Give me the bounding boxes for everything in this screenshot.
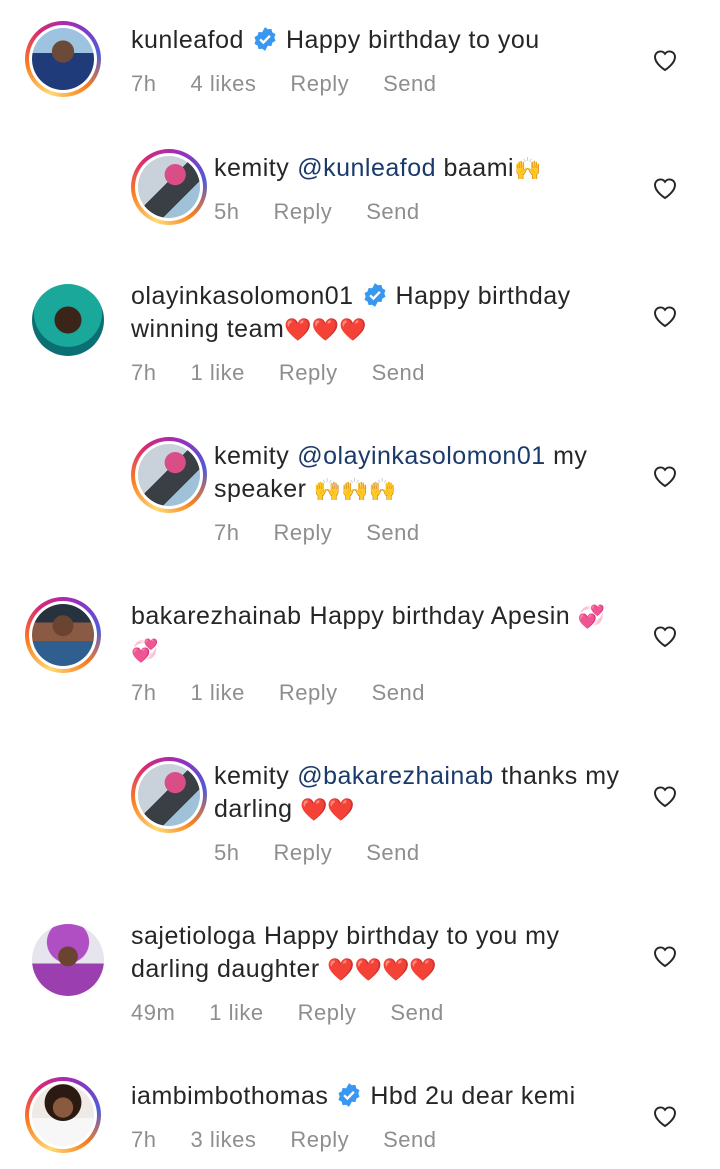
comment-text: sajetiologa Happy birthday to you my darl… <box>131 920 631 987</box>
likes-count[interactable]: 1 like <box>190 360 244 385</box>
reply-button[interactable]: Reply <box>290 1127 349 1152</box>
comment-body: baami <box>443 154 515 182</box>
comment-body: Happy birthday Apesin <box>309 602 571 630</box>
avatar[interactable] <box>30 922 106 998</box>
username[interactable]: iambimbothomas <box>131 1082 328 1110</box>
comment-body: Happy birthday to you <box>285 26 540 54</box>
timestamp: 7h <box>131 680 157 705</box>
heart-icon[interactable] <box>652 1104 678 1128</box>
emoji: ❤️❤️ <box>300 798 355 823</box>
send-button[interactable]: Send <box>383 1127 436 1152</box>
send-button[interactable]: Send <box>366 840 419 865</box>
comment-meta: 49m 1 like Reply Send <box>131 1000 478 1026</box>
likes-count[interactable]: 1 like <box>190 680 244 705</box>
comment-meta: 7h 3 likes Reply Send <box>131 1127 470 1153</box>
emoji: 🙌 <box>514 157 542 182</box>
reply-button[interactable]: Reply <box>273 840 332 865</box>
comment-meta: 7h Reply Send <box>214 520 454 546</box>
avatar[interactable] <box>131 149 207 225</box>
verified-badge-icon <box>254 27 276 51</box>
heart-icon[interactable] <box>652 624 678 648</box>
comment-text: kunleafod Happy birthday to you <box>131 24 691 57</box>
comment-meta: 5h Reply Send <box>214 840 454 866</box>
emoji: ❤️❤️❤️ <box>284 318 367 343</box>
timestamp: 7h <box>131 360 157 385</box>
timestamp: 49m <box>131 1000 176 1025</box>
comment-text: bakarezhainab Happy birthday Apesin 💞💞 <box>131 600 631 668</box>
likes-count[interactable]: 4 likes <box>190 71 256 96</box>
comment-meta: 7h 1 like Reply Send <box>131 360 459 386</box>
avatar[interactable] <box>25 1077 101 1153</box>
likes-count[interactable]: 3 likes <box>190 1127 256 1152</box>
username[interactable]: kemity <box>214 154 289 182</box>
send-button[interactable]: Send <box>383 71 436 96</box>
comment-body: Hbd 2u dear kemi <box>370 1082 576 1110</box>
send-button[interactable]: Send <box>366 520 419 545</box>
username[interactable]: kemity <box>214 442 289 470</box>
mention-link[interactable]: @kunleafod <box>297 154 436 182</box>
timestamp: 7h <box>131 71 157 96</box>
avatar[interactable] <box>131 757 207 833</box>
heart-icon[interactable] <box>652 464 678 488</box>
emoji: 🙌🙌🙌 <box>313 478 397 503</box>
heart-icon[interactable] <box>652 176 678 200</box>
avatar[interactable] <box>30 282 106 358</box>
reply-button[interactable]: Reply <box>279 680 338 705</box>
comment-text: olayinkasolomon01 Happy birthday winning … <box>131 280 631 347</box>
comment-text: iambimbothomas Hbd 2u dear kemi <box>131 1080 691 1113</box>
timestamp: 7h <box>214 520 240 545</box>
username[interactable]: kunleafod <box>131 26 244 54</box>
verified-badge-icon <box>338 1083 360 1107</box>
mention-link[interactable]: @olayinkasolomon01 <box>297 442 545 470</box>
comment-meta: 5h Reply Send <box>214 199 454 225</box>
send-button[interactable]: Send <box>390 1000 443 1025</box>
username[interactable]: olayinkasolomon01 <box>131 282 354 310</box>
avatar[interactable] <box>25 597 101 673</box>
comment-text: kemity @kunleafod baami🙌 <box>214 152 634 186</box>
emoji: ❤️❤️❤️❤️ <box>327 958 437 983</box>
timestamp: 7h <box>131 1127 157 1152</box>
mention-link[interactable]: @bakarezhainab <box>297 762 493 790</box>
send-button[interactable]: Send <box>366 199 419 224</box>
timestamp: 5h <box>214 199 240 224</box>
send-button[interactable]: Send <box>372 360 425 385</box>
username[interactable]: kemity <box>214 762 289 790</box>
heart-icon[interactable] <box>652 784 678 808</box>
heart-icon[interactable] <box>652 304 678 328</box>
comment-meta: 7h 4 likes Reply Send <box>131 71 470 97</box>
verified-badge-icon <box>364 283 386 307</box>
likes-count[interactable]: 1 like <box>209 1000 263 1025</box>
avatar[interactable] <box>131 437 207 513</box>
comment-meta: 7h 1 like Reply Send <box>131 680 459 706</box>
timestamp: 5h <box>214 840 240 865</box>
reply-button[interactable]: Reply <box>273 520 332 545</box>
reply-button[interactable]: Reply <box>273 199 332 224</box>
reply-button[interactable]: Reply <box>290 71 349 96</box>
comment-text: kemity @olayinkasolomon01 my speaker 🙌🙌🙌 <box>214 440 634 507</box>
reply-button[interactable]: Reply <box>279 360 338 385</box>
username[interactable]: bakarezhainab <box>131 602 302 630</box>
heart-icon[interactable] <box>652 944 678 968</box>
heart-icon[interactable] <box>652 48 678 72</box>
username[interactable]: sajetiologa <box>131 922 256 950</box>
avatar[interactable] <box>25 21 101 97</box>
reply-button[interactable]: Reply <box>298 1000 357 1025</box>
send-button[interactable]: Send <box>372 680 425 705</box>
comment-text: kemity @bakarezhainab thanks my darling ❤… <box>214 760 634 827</box>
